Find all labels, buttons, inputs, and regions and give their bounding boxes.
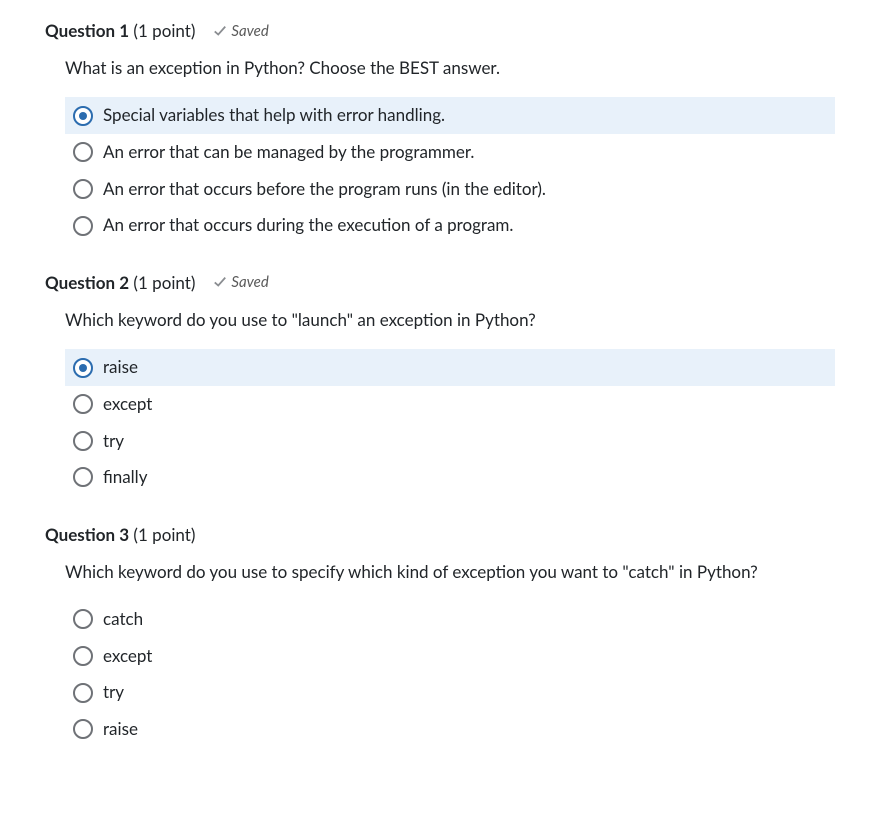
question-points-label: (1 point) <box>133 524 195 545</box>
answer-option[interactable]: try <box>65 423 835 460</box>
radio-button[interactable] <box>73 142 93 162</box>
radio-button[interactable] <box>73 216 93 236</box>
saved-badge: Saved <box>213 273 268 291</box>
radio-dot-icon <box>79 112 87 120</box>
answer-option[interactable]: raise <box>65 349 835 386</box>
answer-option[interactable]: Special variables that help with error h… <box>65 97 835 134</box>
question-number-label: Question 1 <box>45 20 129 41</box>
saved-badge: Saved <box>213 22 268 40</box>
radio-button[interactable] <box>73 467 93 487</box>
answer-option[interactable]: try <box>65 674 835 711</box>
question-prompt: What is an exception in Python? Choose t… <box>65 55 835 81</box>
question-block: Question 3 (1 point) Which keyword do you… <box>45 524 835 748</box>
quiz-container: Question 1 (1 point) Saved What is an exce… <box>45 20 835 748</box>
radio-button[interactable] <box>73 683 93 703</box>
answer-option[interactable]: An error that can be managed by the prog… <box>65 134 835 171</box>
question-header: Question 2 (1 point) Saved <box>45 272 835 293</box>
answer-option[interactable]: An error that occurs before the program … <box>65 171 835 208</box>
option-label: An error that can be managed by the prog… <box>103 140 474 165</box>
options-list: catch except try raise <box>65 601 835 748</box>
question-header: Question 1 (1 point) Saved <box>45 20 835 41</box>
question-title-wrap: Question 1 (1 point) <box>45 20 195 41</box>
answer-option[interactable]: finally <box>65 459 835 496</box>
check-icon <box>213 24 227 38</box>
question-header: Question 3 (1 point) <box>45 524 835 545</box>
question-points-label: (1 point) <box>133 272 195 293</box>
option-label: catch <box>103 607 143 632</box>
radio-button[interactable] <box>73 394 93 414</box>
question-points-label: (1 point) <box>133 20 195 41</box>
option-label: finally <box>103 465 147 490</box>
answer-option[interactable]: except <box>65 638 835 675</box>
answer-option[interactable]: raise <box>65 711 835 748</box>
options-list: raise except try finally <box>65 349 835 496</box>
radio-button[interactable] <box>73 358 93 378</box>
option-label: Special variables that help with error h… <box>103 103 445 128</box>
radio-button[interactable] <box>73 179 93 199</box>
answer-option[interactable]: An error that occurs during the executio… <box>65 207 835 244</box>
question-number-label: Question 3 <box>45 524 129 545</box>
option-label: An error that occurs during the executio… <box>103 213 513 238</box>
saved-label: Saved <box>231 273 268 291</box>
radio-button[interactable] <box>73 609 93 629</box>
question-number-label: Question 2 <box>45 272 129 293</box>
option-label: except <box>103 392 152 417</box>
question-block: Question 1 (1 point) Saved What is an exce… <box>45 20 835 244</box>
options-list: Special variables that help with error h… <box>65 97 835 244</box>
question-title-wrap: Question 3 (1 point) <box>45 524 195 545</box>
option-label: An error that occurs before the program … <box>103 177 546 202</box>
radio-button[interactable] <box>73 646 93 666</box>
question-title-wrap: Question 2 (1 point) <box>45 272 195 293</box>
check-icon <box>213 275 227 289</box>
question-prompt: Which keyword do you use to specify whic… <box>65 559 835 585</box>
option-label: try <box>103 429 124 454</box>
option-label: raise <box>103 717 138 742</box>
option-label: try <box>103 680 124 705</box>
radio-button[interactable] <box>73 431 93 451</box>
saved-label: Saved <box>231 22 268 40</box>
option-label: except <box>103 644 152 669</box>
option-label: raise <box>103 355 138 380</box>
question-prompt: Which keyword do you use to "launch" an … <box>65 307 835 333</box>
radio-button[interactable] <box>73 719 93 739</box>
radio-dot-icon <box>79 364 87 372</box>
answer-option[interactable]: except <box>65 386 835 423</box>
radio-button[interactable] <box>73 106 93 126</box>
question-block: Question 2 (1 point) Saved Which keyword d… <box>45 272 835 496</box>
answer-option[interactable]: catch <box>65 601 835 638</box>
